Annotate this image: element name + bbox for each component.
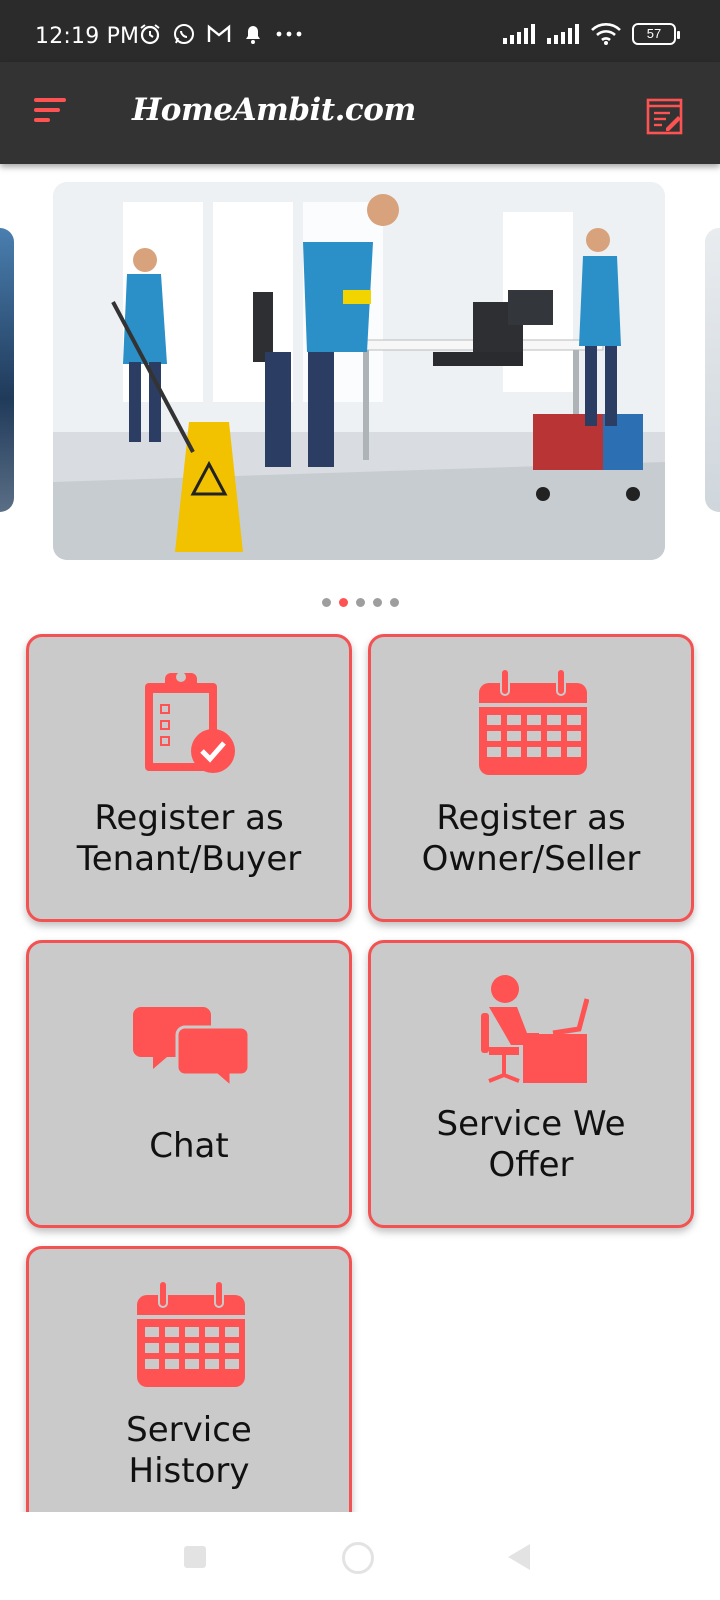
register-owner-seller-button[interactable]: Register as Owner/Seller xyxy=(368,634,694,922)
carousel-dot[interactable] xyxy=(390,598,399,607)
chat-button[interactable]: Chat xyxy=(26,940,352,1228)
carousel-slide-cleaning-photo[interactable] xyxy=(53,182,665,560)
notification-bell-icon xyxy=(246,26,260,44)
signal-icon xyxy=(547,24,579,44)
alarm-icon xyxy=(140,24,160,45)
back-icon[interactable] xyxy=(508,1544,530,1570)
clipboard-check-icon xyxy=(145,672,235,773)
gmail-icon xyxy=(207,24,231,42)
notepad-edit-icon[interactable] xyxy=(646,98,684,136)
recent-apps-icon[interactable] xyxy=(184,1546,206,1568)
home-icon[interactable] xyxy=(342,1542,374,1574)
battery-icon: 57 xyxy=(632,23,680,45)
tile-label-line2: Offer xyxy=(488,1145,574,1185)
status-bar: 12:19 PM 57 xyxy=(0,0,720,62)
register-tenant-buyer-button[interactable]: Register as Tenant/Buyer xyxy=(26,634,352,922)
tile-label-line1: Service xyxy=(126,1410,252,1450)
tile-label-line2: History xyxy=(128,1451,250,1491)
menu-icon[interactable] xyxy=(34,98,70,128)
carousel-next-slide[interactable] xyxy=(705,228,720,512)
tile-label-line1: Register as xyxy=(436,798,626,838)
tile-label-line1: Chat xyxy=(149,1126,229,1166)
carousel-dot-active[interactable] xyxy=(339,598,348,607)
status-notification-icons xyxy=(138,22,304,46)
status-time: 12:19 PM xyxy=(35,24,140,49)
chat-bubbles-icon xyxy=(133,1007,249,1089)
tile-label-line1: Service We xyxy=(436,1104,626,1144)
service-we-offer-button[interactable]: Service We Offer xyxy=(368,940,694,1228)
more-dots-icon xyxy=(276,31,302,37)
carousel-dot[interactable] xyxy=(373,598,382,607)
app-screen: 12:19 PM 57 HomeAmbit.com Register as Te… xyxy=(0,0,720,1600)
app-bar: HomeAmbit.com xyxy=(0,62,720,164)
signal-icon xyxy=(503,24,535,44)
carousel-dot[interactable] xyxy=(322,598,331,607)
person-at-desk-icon xyxy=(481,975,589,1083)
calendar-icon xyxy=(137,1281,245,1387)
service-history-button[interactable]: Service History xyxy=(26,1246,352,1546)
tile-label-line1: Register as xyxy=(94,798,284,838)
carousel-dot[interactable] xyxy=(356,598,365,607)
whatsapp-icon xyxy=(174,24,194,44)
calendar-icon xyxy=(479,669,587,775)
system-nav-bar xyxy=(0,1512,720,1600)
tile-label-line2: Owner/Seller xyxy=(421,839,641,879)
carousel-prev-slide[interactable] xyxy=(0,228,14,512)
tile-label-line2: Tenant/Buyer xyxy=(76,839,302,879)
image-carousel[interactable] xyxy=(0,182,720,562)
status-system-icons: 57 xyxy=(502,22,680,46)
app-title: HomeAmbit.com xyxy=(132,92,416,128)
carousel-indicator xyxy=(322,598,399,607)
wifi-icon xyxy=(591,23,621,45)
